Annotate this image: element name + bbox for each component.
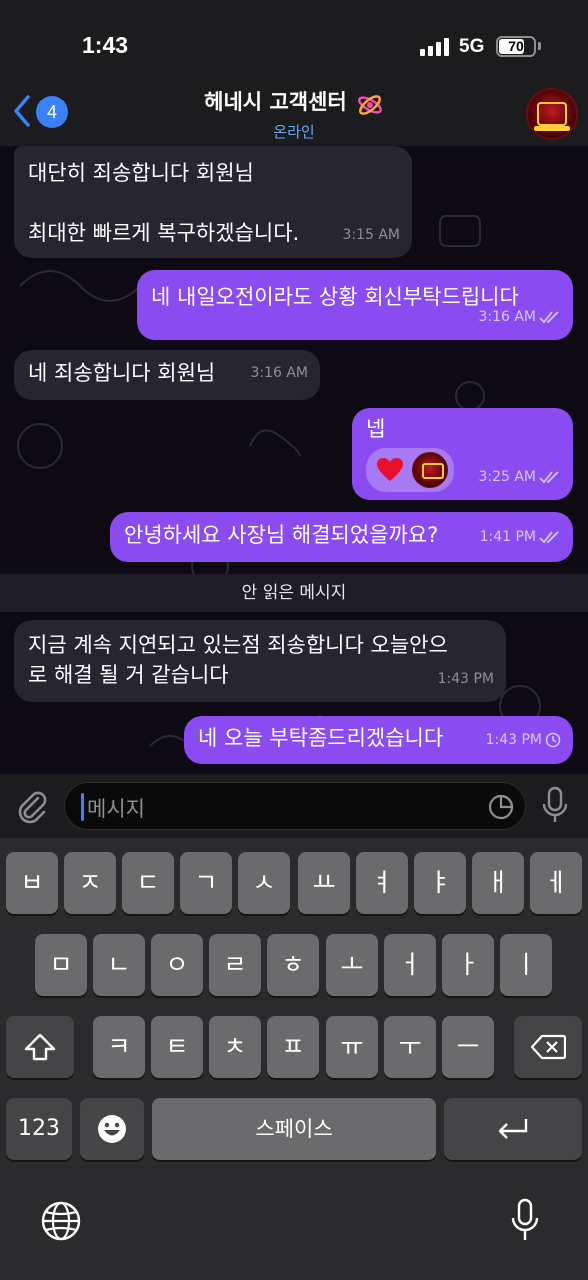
message-list[interactable]: 대단히 죄송합니다 회원님 최대한 빠르게 복구하겠습니다. 3:15 AM 네… xyxy=(0,146,588,774)
backspace-icon xyxy=(530,1034,567,1060)
battery-level: 70 xyxy=(508,38,524,54)
numbers-key[interactable]: 123 xyxy=(6,1098,72,1160)
globe-icon[interactable] xyxy=(40,1200,82,1242)
clock-icon xyxy=(545,732,561,748)
battery-icon: 70 xyxy=(496,36,536,57)
space-key[interactable]: 스페이스 xyxy=(152,1098,436,1160)
key[interactable]: ㅡ xyxy=(442,1016,494,1078)
network-type: 5G xyxy=(459,36,485,57)
key[interactable]: ㅕ xyxy=(356,852,408,914)
paperclip-icon[interactable] xyxy=(14,788,50,824)
message-bubble[interactable]: 넵 3:25 AM xyxy=(352,408,573,500)
sticker-icon[interactable] xyxy=(487,793,515,821)
key[interactable]: ㅛ xyxy=(298,852,350,914)
message-bubble[interactable]: 네 오늘 부탁좀드리겠습니다 1:43 PM xyxy=(184,716,573,764)
key[interactable]: ㄹ xyxy=(209,934,261,996)
key[interactable]: ㅜ xyxy=(384,1016,436,1078)
chat-title: 헤네시 고객센터 xyxy=(204,90,347,114)
key[interactable]: ㅏ xyxy=(442,934,494,996)
double-check-icon xyxy=(539,311,559,324)
emoji-key[interactable] xyxy=(80,1098,144,1160)
message-bubble[interactable]: 안녕하세요 사장님 해결되었을까요? 1:41 PM xyxy=(110,512,573,562)
key[interactable]: ㅅ xyxy=(238,852,290,914)
message-time: 3:16 AM xyxy=(250,365,308,381)
status-time: 1:43 xyxy=(82,32,129,58)
key[interactable]: ㅊ xyxy=(209,1016,261,1078)
return-icon xyxy=(498,1119,528,1139)
unread-messages-divider: 안 읽은 메시지 xyxy=(0,574,588,612)
microphone-icon[interactable] xyxy=(540,786,570,826)
key[interactable]: ㅣ xyxy=(500,934,552,996)
unread-count-badge: 4 xyxy=(36,96,68,128)
message-time: 1:41 PM xyxy=(479,529,536,545)
key[interactable]: ㄱ xyxy=(180,852,232,914)
message-text: 지금 계속 지연되고 있는점 죄송합니다 오늘안으 xyxy=(28,633,448,657)
online-status: 온라인 xyxy=(273,122,315,141)
heart-icon xyxy=(377,458,403,481)
key[interactable]: ㅍ xyxy=(267,1016,319,1078)
message-bubble[interactable]: 대단히 죄송합니다 회원님 최대한 빠르게 복구하겠습니다. 3:15 AM xyxy=(14,146,412,258)
key[interactable]: ㄷ xyxy=(122,852,174,914)
dictation-mic-icon[interactable] xyxy=(508,1198,542,1244)
back-button[interactable]: 4 xyxy=(8,90,68,130)
key[interactable]: ㅎ xyxy=(267,934,319,996)
message-bubble[interactable]: 네 내일오전이라도 상황 회신부탁드립니다 3:16 AM xyxy=(137,270,573,340)
message-text: 로 해결 될 거 같습니다 xyxy=(28,663,229,687)
message-text: 대단히 죄송합니다 회원님 xyxy=(28,161,254,185)
key[interactable]: ㅓ xyxy=(384,934,436,996)
double-check-icon xyxy=(539,531,559,544)
message-input[interactable]: 메시지 xyxy=(64,782,526,830)
emoji-icon xyxy=(98,1115,126,1143)
key[interactable]: ㅌ xyxy=(151,1016,203,1078)
key[interactable]: ㅠ xyxy=(326,1016,378,1078)
message-bubble[interactable]: 지금 계속 지연되고 있는점 죄송합니다 오늘안으 로 해결 될 거 같습니다 … xyxy=(14,620,506,702)
key[interactable]: ㅋ xyxy=(93,1016,145,1078)
key[interactable]: ㅇ xyxy=(151,934,203,996)
chat-title-area[interactable]: 헤네시 고객센터 온라인 xyxy=(140,86,448,142)
key[interactable]: ㅁ xyxy=(35,934,87,996)
message-time: 3:25 AM xyxy=(478,469,536,485)
message-time: 1:43 PM xyxy=(485,732,542,748)
text-caret xyxy=(81,793,84,821)
reaction-chip[interactable] xyxy=(366,448,454,492)
korean-keyboard: ㅂ ㅈ ㄷ ㄱ ㅅ ㅛ ㅕ ㅑ ㅐ ㅔ ㅁ ㄴ ㅇ ㄹ ㅎ ㅗ ㅓ ㅏ ㅣ ㅋ … xyxy=(0,838,588,1280)
key[interactable]: ㅗ xyxy=(326,934,378,996)
key[interactable]: ㅈ xyxy=(64,852,116,914)
chat-header: 4 헤네시 고객센터 온라인 xyxy=(0,80,588,146)
chevron-left-icon xyxy=(14,95,30,127)
reactor-avatar xyxy=(412,452,448,488)
shift-icon xyxy=(24,1033,56,1061)
atom-emoji-icon xyxy=(357,94,382,115)
key[interactable]: ㄴ xyxy=(93,934,145,996)
message-time: 3:15 AM xyxy=(342,227,400,243)
composer-bar: 메시지 xyxy=(0,774,588,838)
key[interactable]: ㅑ xyxy=(414,852,466,914)
message-time: 1:43 PM xyxy=(437,671,494,687)
message-time: 3:16 AM xyxy=(478,309,536,325)
status-bar: 1:43 5G 70 xyxy=(0,0,588,80)
shift-key[interactable] xyxy=(6,1016,74,1078)
return-key[interactable] xyxy=(444,1098,582,1160)
key[interactable]: ㅂ xyxy=(6,852,58,914)
key[interactable]: ㅐ xyxy=(472,852,524,914)
avatar[interactable] xyxy=(526,88,578,140)
signal-icon xyxy=(420,38,449,56)
double-check-icon xyxy=(539,471,559,484)
message-bubble[interactable]: 네 죄송합니다 회원님 3:16 AM xyxy=(14,350,320,400)
message-input-placeholder: 메시지 xyxy=(87,797,145,821)
key[interactable]: ㅔ xyxy=(530,852,582,914)
backspace-key[interactable] xyxy=(514,1016,582,1078)
message-text: 넵 xyxy=(366,417,386,441)
